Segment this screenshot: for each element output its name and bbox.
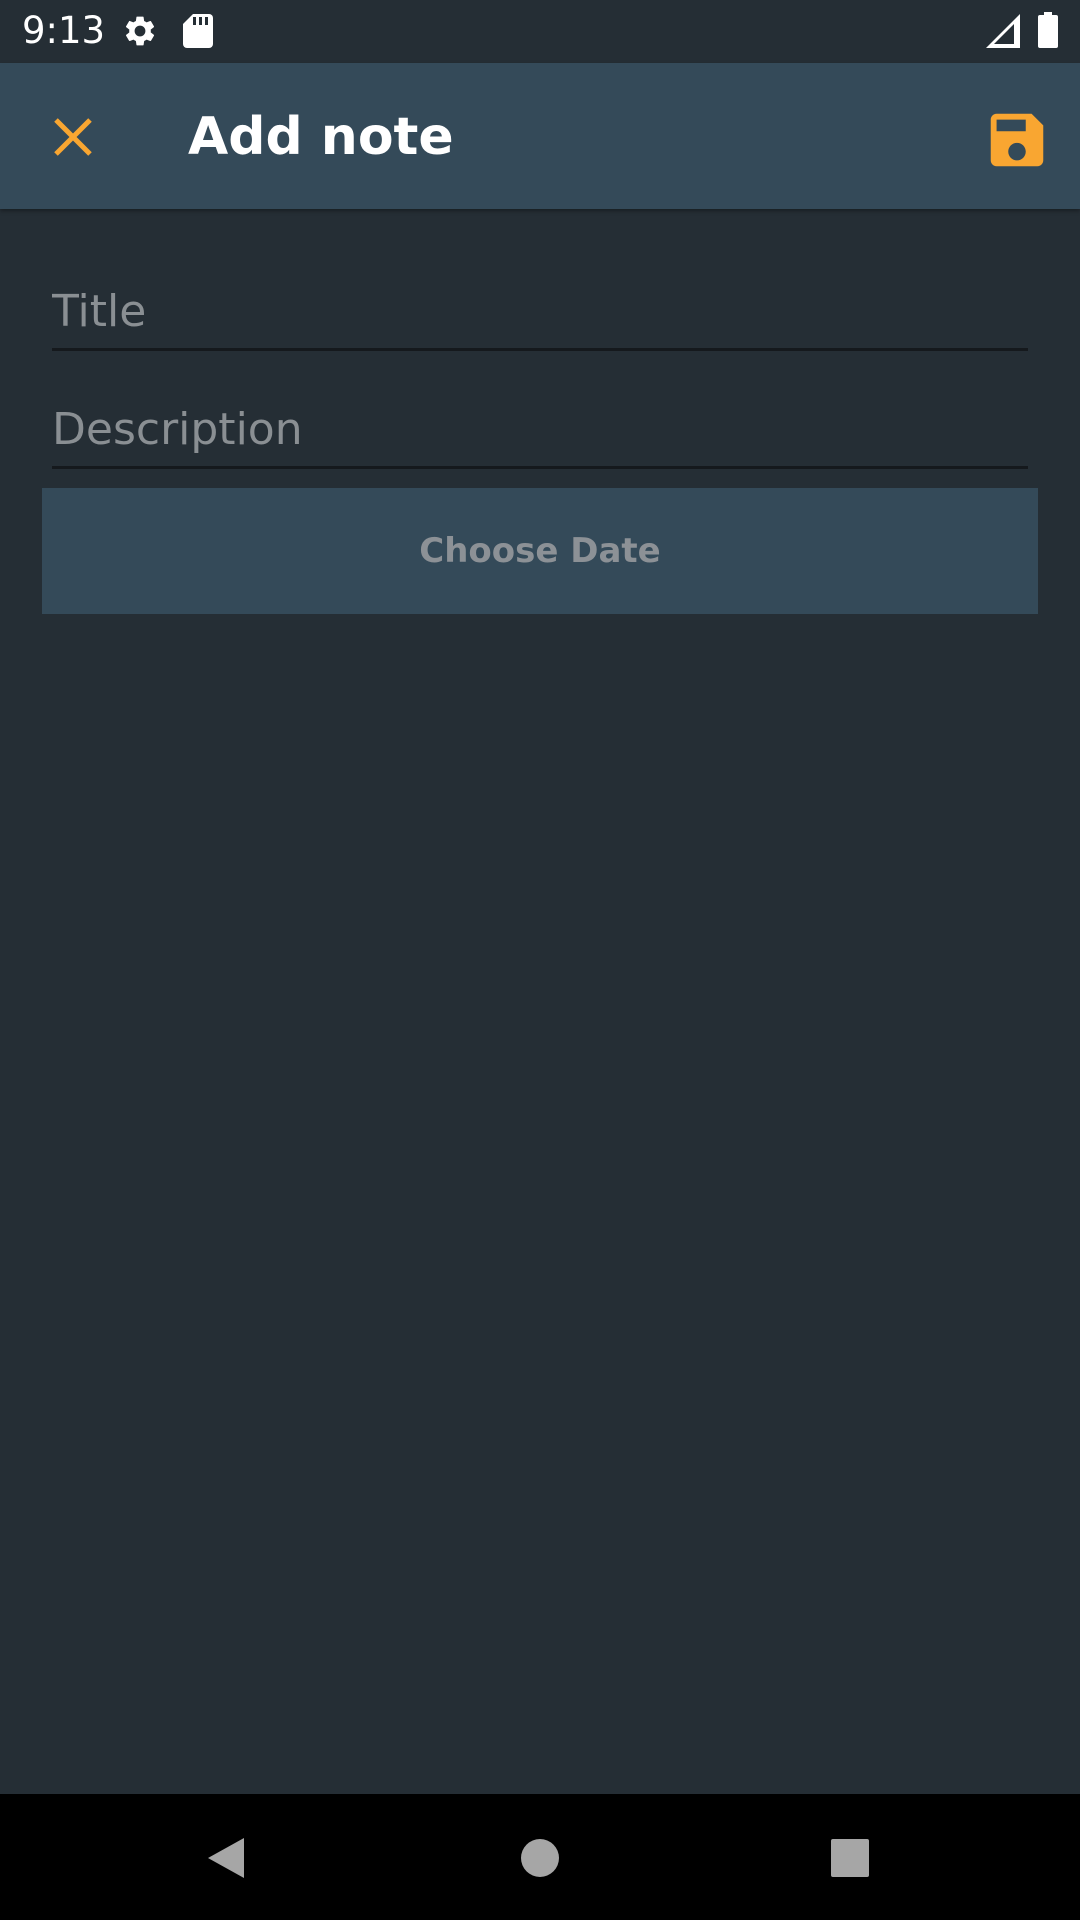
recents-button[interactable] [822,1830,878,1886]
description-input[interactable] [52,398,1028,462]
system-nav-bar [0,1794,1080,1920]
signal-icon [986,14,1020,48]
recents-square-icon [831,1839,869,1877]
gear-icon [126,16,155,46]
title-input[interactable] [52,280,1028,344]
back-triangle-icon [208,1838,244,1878]
home-circle-icon [521,1839,559,1877]
app-bar: Add note [0,63,1080,209]
home-button[interactable] [512,1830,568,1886]
choose-date-button[interactable]: Choose Date [42,488,1038,614]
close-button[interactable] [38,102,108,172]
back-button[interactable] [198,1830,254,1886]
status-bar: 9:13 [0,0,1080,63]
sd-card-icon [183,14,213,48]
battery-icon [1038,12,1058,48]
description-field-container [52,398,1028,469]
save-icon [990,113,1044,167]
status-time: 9:13 [22,9,106,52]
close-icon [54,118,92,156]
save-button[interactable] [982,105,1052,175]
page-title: Add note [188,107,454,167]
title-field-container [52,280,1028,351]
